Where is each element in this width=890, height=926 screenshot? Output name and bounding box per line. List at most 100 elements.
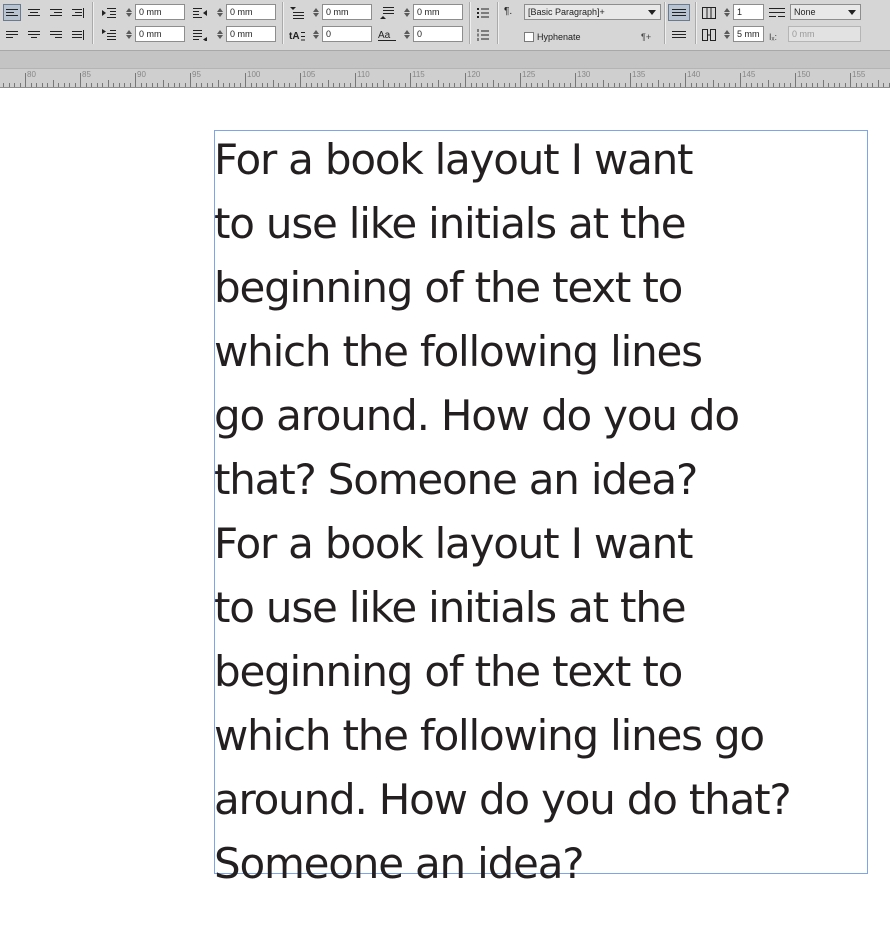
ruler-tick [262, 83, 263, 87]
story-line: For a book layout I want [214, 135, 693, 184]
horizontal-ruler[interactable]: 80 85 90 95 100 105 110 115 120 125 130 135 140 145 15… [0, 68, 890, 88]
align-left-icon[interactable] [3, 4, 21, 21]
ruler-tick [652, 83, 653, 87]
story-line: to use like initials at the [214, 199, 687, 248]
ruler-tick [713, 80, 714, 87]
ruler-tick [537, 83, 538, 87]
ruler-tick [119, 83, 120, 87]
ruler-tick [746, 83, 747, 87]
align-to-baseline-grid-icon[interactable] [669, 26, 689, 43]
dropcap-characters-stepper[interactable] [403, 26, 411, 43]
ruler-tick [762, 83, 763, 87]
right-indent-field[interactable]: 0 mm [226, 4, 276, 20]
ruler-tick [201, 83, 202, 87]
left-indent-field[interactable]: 0 mm [135, 4, 185, 20]
last-line-indent-field[interactable]: 0 mm [226, 26, 276, 42]
ruler-tick [680, 83, 681, 87]
ruler-tick [438, 80, 439, 87]
ruler-tick [839, 83, 840, 87]
ruler-tick [113, 83, 114, 87]
ruler-label: 100 [247, 70, 261, 79]
space-after-stepper[interactable] [403, 4, 411, 21]
ruler-tick [773, 83, 774, 87]
separator [664, 2, 666, 44]
space-after-field[interactable]: 0 mm [413, 4, 463, 20]
ruler-tick [707, 83, 708, 87]
ruler-tick [586, 83, 587, 87]
dropcap-lines-stepper[interactable] [312, 26, 320, 43]
story-line: beginning of the text to [214, 647, 683, 696]
hyphenate-label: Hyphenate [537, 32, 581, 42]
ruler-tick [91, 83, 92, 87]
ruler-tick [289, 83, 290, 87]
ruler-tick [14, 83, 15, 87]
last-line-indent-stepper[interactable] [216, 26, 224, 43]
story-line: beginning of the text to [214, 263, 683, 312]
ruler-label: 80 [27, 70, 36, 79]
ruler-tick [867, 83, 868, 87]
ruler-label: 85 [82, 70, 91, 79]
ruler-label: 125 [522, 70, 536, 79]
ruler-tick [9, 83, 10, 87]
ruler-tick [25, 73, 26, 87]
ruler-tick [108, 80, 109, 87]
paragraph-style-options-icon[interactable]: ¶+ [641, 30, 651, 44]
columns-field[interactable]: 1 [733, 4, 764, 20]
story-text[interactable]: For a book layout I want to use like init… [214, 128, 890, 896]
ruler-tick [460, 83, 461, 87]
space-before-field[interactable]: 0 mm [322, 4, 372, 20]
ruler-tick [729, 83, 730, 87]
justify-all-icon[interactable] [69, 26, 87, 43]
first-line-indent-field[interactable]: 0 mm [135, 26, 185, 42]
ruler-tick [861, 83, 862, 87]
align-right-icon[interactable] [47, 4, 65, 21]
ruler-label: 90 [137, 70, 146, 79]
ruler-tick [432, 83, 433, 87]
right-indent-stepper[interactable] [216, 4, 224, 21]
ruler-tick [696, 83, 697, 87]
ruler-tick [493, 80, 494, 87]
ruler-tick [163, 80, 164, 87]
separator [92, 2, 94, 44]
dropcap-characters-field[interactable]: 0 [413, 26, 463, 42]
ruler-tick [850, 73, 851, 87]
align-towards-spine-icon[interactable] [69, 4, 87, 21]
justify-right-icon[interactable] [47, 26, 65, 43]
ruler-tick [377, 83, 378, 87]
ruler-tick [295, 83, 296, 87]
paragraph-style-value: [Basic Paragraph]+ [528, 7, 605, 17]
ruler-tick [498, 83, 499, 87]
first-line-indent-stepper[interactable] [125, 26, 133, 43]
dropcap-lines-field[interactable]: 0 [322, 26, 372, 42]
justify-left-icon[interactable] [3, 26, 21, 43]
ruler-tick [542, 83, 543, 87]
columns-stepper[interactable] [723, 4, 731, 21]
column-width-field: 0 mm [788, 26, 861, 42]
ruler-tick [597, 83, 598, 87]
gutter-field[interactable]: 5 mm [733, 26, 764, 42]
justify-center-icon[interactable] [25, 26, 43, 43]
ruler-tick [630, 73, 631, 87]
ruler-tick [531, 83, 532, 87]
ruler-tick [300, 73, 301, 87]
align-to-baseline-off-icon[interactable] [668, 4, 690, 21]
span-columns-dropdown[interactable]: None [790, 4, 861, 20]
ruler-tick [526, 83, 527, 87]
bullet-list-icon[interactable] [474, 4, 492, 21]
ruler-label: 105 [302, 70, 316, 79]
space-before-stepper[interactable] [312, 4, 320, 21]
ruler-tick [685, 73, 686, 87]
gutter-stepper[interactable] [723, 26, 731, 43]
hyphenate-checkbox[interactable] [524, 32, 534, 42]
story-line: which the following lines [214, 327, 703, 376]
ruler-tick [834, 83, 835, 87]
left-indent-stepper[interactable] [125, 4, 133, 21]
numbered-list-icon[interactable] [474, 26, 492, 43]
ruler-tick [548, 80, 549, 87]
dropcap-characters-icon: Aa [378, 26, 396, 43]
paragraph-style-dropdown[interactable]: [Basic Paragraph]+ [524, 4, 661, 20]
ruler-tick [476, 83, 477, 87]
align-center-icon[interactable] [25, 4, 43, 21]
ruler-label: 110 [357, 70, 370, 79]
ruler-tick [212, 83, 213, 87]
